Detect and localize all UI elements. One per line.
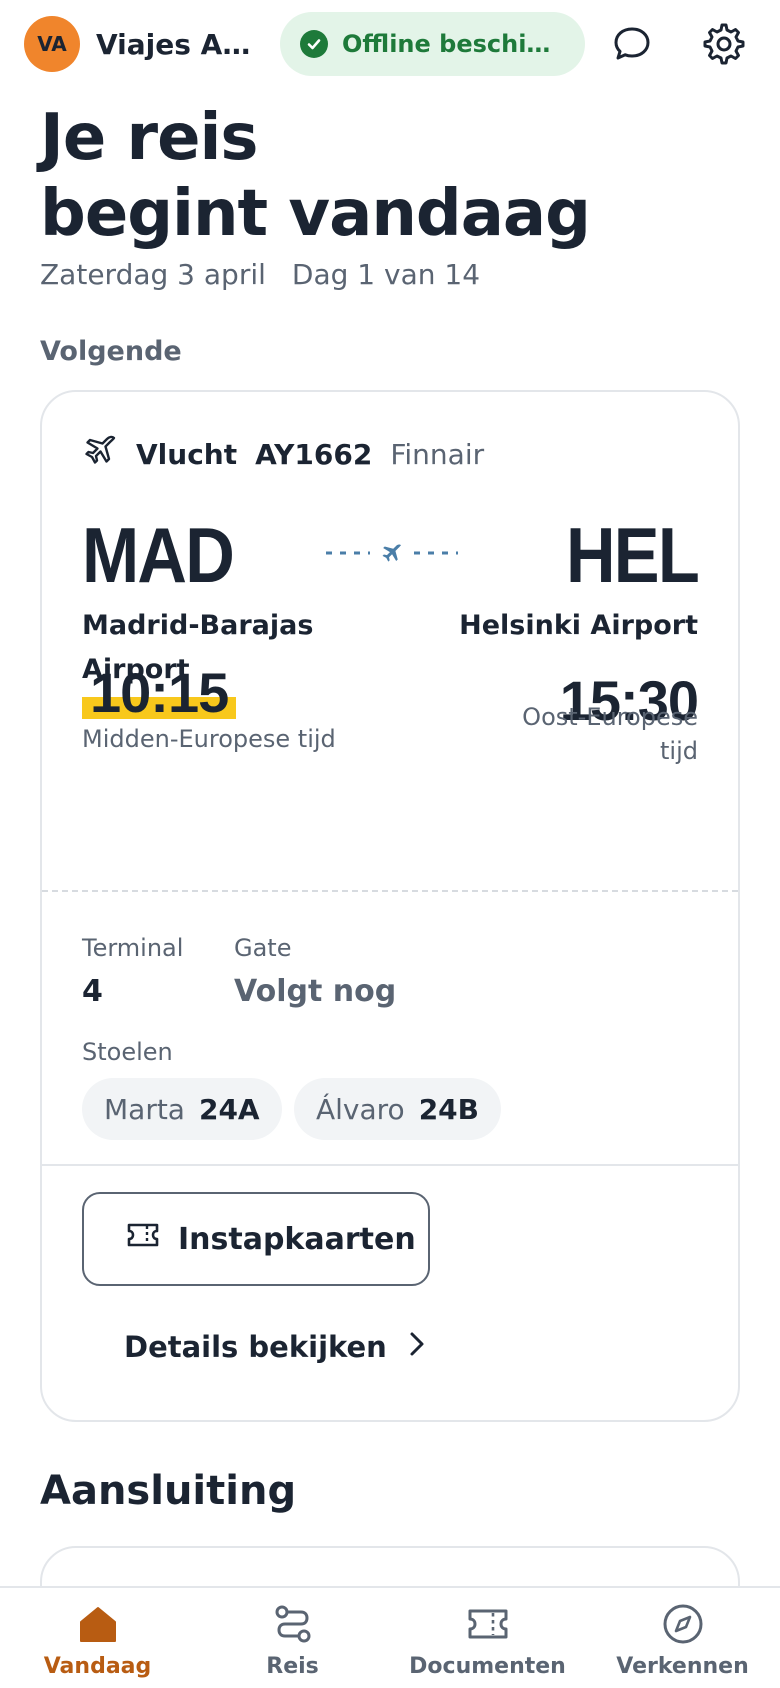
flight-number: AY1662 (255, 438, 373, 471)
departure-code: MAD (82, 511, 235, 599)
gate-value: Volgt nog (234, 974, 397, 1009)
flight-card[interactable]: Vlucht AY1662 Finnair MAD HEL Madrid-Bar… (40, 390, 740, 1422)
dashed-divider (42, 890, 738, 892)
ticket-icon (466, 1602, 510, 1646)
view-details-label: Details bekijken (124, 1330, 387, 1364)
title-line-1: Je reis (40, 101, 259, 175)
check-circle-icon (300, 30, 328, 58)
departure-timezone: Midden-Europese tijd (82, 725, 336, 753)
nav-label: Vandaag (43, 1654, 152, 1679)
arrival-code: HEL (566, 511, 700, 599)
terminal-value: 4 (82, 974, 103, 1009)
trip-date-line: Zaterdag 3 april Dag 1 van 14 (40, 258, 480, 291)
arrival-airport: Helsinki Airport (459, 610, 698, 641)
gate-label: Gate (234, 934, 292, 962)
nav-label: Reis (266, 1654, 319, 1679)
agency-name[interactable]: Viajes Au... (96, 28, 256, 61)
agency-avatar[interactable]: VA (24, 16, 80, 72)
airline-name: Finnair (390, 438, 485, 471)
boarding-passes-label: Instapkaarten (178, 1221, 416, 1257)
card-divider (42, 1164, 738, 1166)
airplane-icon (84, 434, 118, 475)
boarding-passes-button[interactable]: Instapkaarten (82, 1192, 430, 1286)
seat-number: 24B (418, 1092, 480, 1126)
chevron-right-icon (409, 1330, 425, 1364)
chat-bubble-icon[interactable] (608, 20, 656, 68)
bottom-navigation: Vandaag Reis Documenten Verkennen (0, 1586, 780, 1688)
nav-label: Documenten (409, 1654, 566, 1679)
compass-icon (661, 1602, 705, 1646)
departure-time-text: 10:15 (90, 661, 229, 724)
title-line-2: begint vandaag (40, 177, 591, 251)
seat-chip-alvaro: Álvaro 24B (294, 1078, 502, 1140)
today-screen: VA Viajes Au... Offline beschikb... Je r… (0, 0, 780, 1688)
route-icon (271, 1602, 315, 1646)
nav-tab-vandaag[interactable]: Vandaag (0, 1588, 195, 1688)
trip-day-progress: Dag 1 van 14 (291, 258, 481, 291)
ticket-icon (126, 1221, 160, 1257)
page-title: Je reis begint vandaag (40, 100, 740, 252)
trip-date: Zaterdag 3 april (40, 258, 266, 291)
home-icon (76, 1602, 120, 1646)
route-airplane-icon (382, 544, 401, 562)
terminal-label: Terminal (82, 934, 184, 962)
route-indicator (322, 538, 462, 568)
departure-time: 10:15 (82, 660, 237, 725)
flight-type-label: Vlucht (136, 438, 238, 471)
seat-chip-marta: Marta 24A (82, 1078, 282, 1140)
arrival-timezone: Oost-Europese tijd (522, 703, 698, 765)
offline-status-badge[interactable]: Offline beschikb... (280, 12, 585, 76)
offline-status-text: Offline beschikb... (342, 30, 565, 58)
flight-header: Vlucht AY1662 Finnair (84, 434, 484, 475)
view-details-link[interactable]: Details bekijken (124, 1330, 425, 1364)
top-bar: VA Viajes Au... Offline beschikb... (0, 0, 780, 88)
nav-tab-verkennen[interactable]: Verkennen (585, 1588, 780, 1688)
seat-number: 24A (198, 1092, 260, 1126)
gear-icon[interactable] (700, 20, 748, 68)
passenger-name: Álvaro (316, 1092, 405, 1126)
connection-section-title: Aansluiting (40, 1468, 297, 1514)
nav-tab-reis[interactable]: Reis (195, 1588, 390, 1688)
next-section-label: Volgende (40, 336, 182, 367)
passenger-name: Marta (104, 1092, 185, 1126)
nav-label: Verkennen (616, 1654, 749, 1679)
seats-label: Stoelen (82, 1038, 173, 1066)
nav-tab-documenten[interactable]: Documenten (390, 1588, 585, 1688)
